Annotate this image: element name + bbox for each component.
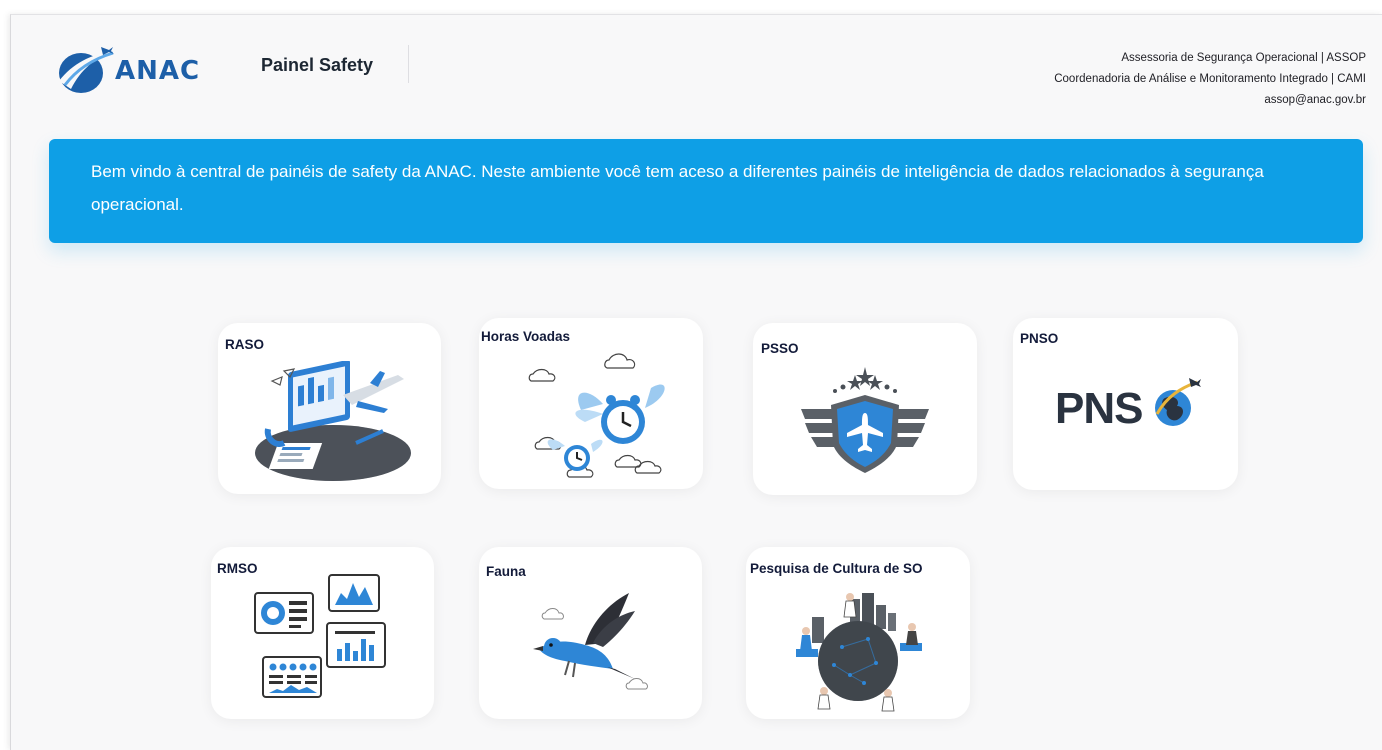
page-header: ANAC Painel Safety Assessoria de Seguran…	[11, 15, 1382, 125]
app-frame: ANAC Painel Safety Assessoria de Seguran…	[10, 14, 1382, 750]
card-title-horas-voadas: Horas Voadas	[481, 329, 571, 344]
pnso-globe-icon	[1155, 378, 1201, 426]
card-psso[interactable]: PSSO	[753, 323, 977, 495]
contact-info: Assessoria de Segurança Operacional | AS…	[1054, 48, 1366, 111]
culture-globe-icon	[796, 593, 922, 712]
card-title-pesquisa-cultura-so: Pesquisa de Cultura de SO	[750, 561, 923, 576]
card-rmso[interactable]: RMSO	[211, 547, 434, 719]
header-divider	[408, 45, 409, 83]
anac-logo[interactable]: ANAC	[51, 41, 201, 97]
horas-voadas-illustration-icon	[528, 353, 665, 478]
card-title-raso: RASO	[225, 337, 265, 352]
card-pnso[interactable]: PNSO PNS	[1013, 318, 1238, 490]
card-title-psso: PSSO	[761, 341, 799, 356]
card-title-fauna: Fauna	[486, 564, 526, 579]
rmso-dashboard-icon	[254, 574, 386, 698]
raso-illustration-icon	[255, 361, 411, 481]
card-fauna[interactable]: Fauna	[479, 547, 702, 719]
contact-line-cami: Coordenadoria de Análise e Monitoramento…	[1054, 73, 1366, 85]
welcome-banner: Bem vindo à central de painéis de safety…	[49, 139, 1363, 243]
contact-email[interactable]: assop@anac.gov.br	[1054, 90, 1366, 111]
card-horas-voadas[interactable]: Horas Voadas	[479, 318, 703, 489]
welcome-text: Bem vindo à central de painéis de safety…	[91, 162, 1264, 214]
fauna-bird-icon	[533, 593, 648, 690]
pnso-logo-text: PNS	[1055, 384, 1143, 433]
contact-line-assop: Assessoria de Segurança Operacional | AS…	[1121, 52, 1366, 64]
card-title-pnso: PNSO	[1020, 331, 1059, 346]
anac-logo-icon	[59, 47, 114, 93]
page-title: Painel Safety	[261, 55, 374, 75]
card-raso[interactable]: RASO	[218, 323, 441, 494]
psso-shield-icon	[801, 367, 929, 473]
card-pesquisa-cultura-so[interactable]: Pesquisa de Cultura de SO	[746, 547, 970, 719]
logo-text: ANAC	[115, 56, 201, 86]
